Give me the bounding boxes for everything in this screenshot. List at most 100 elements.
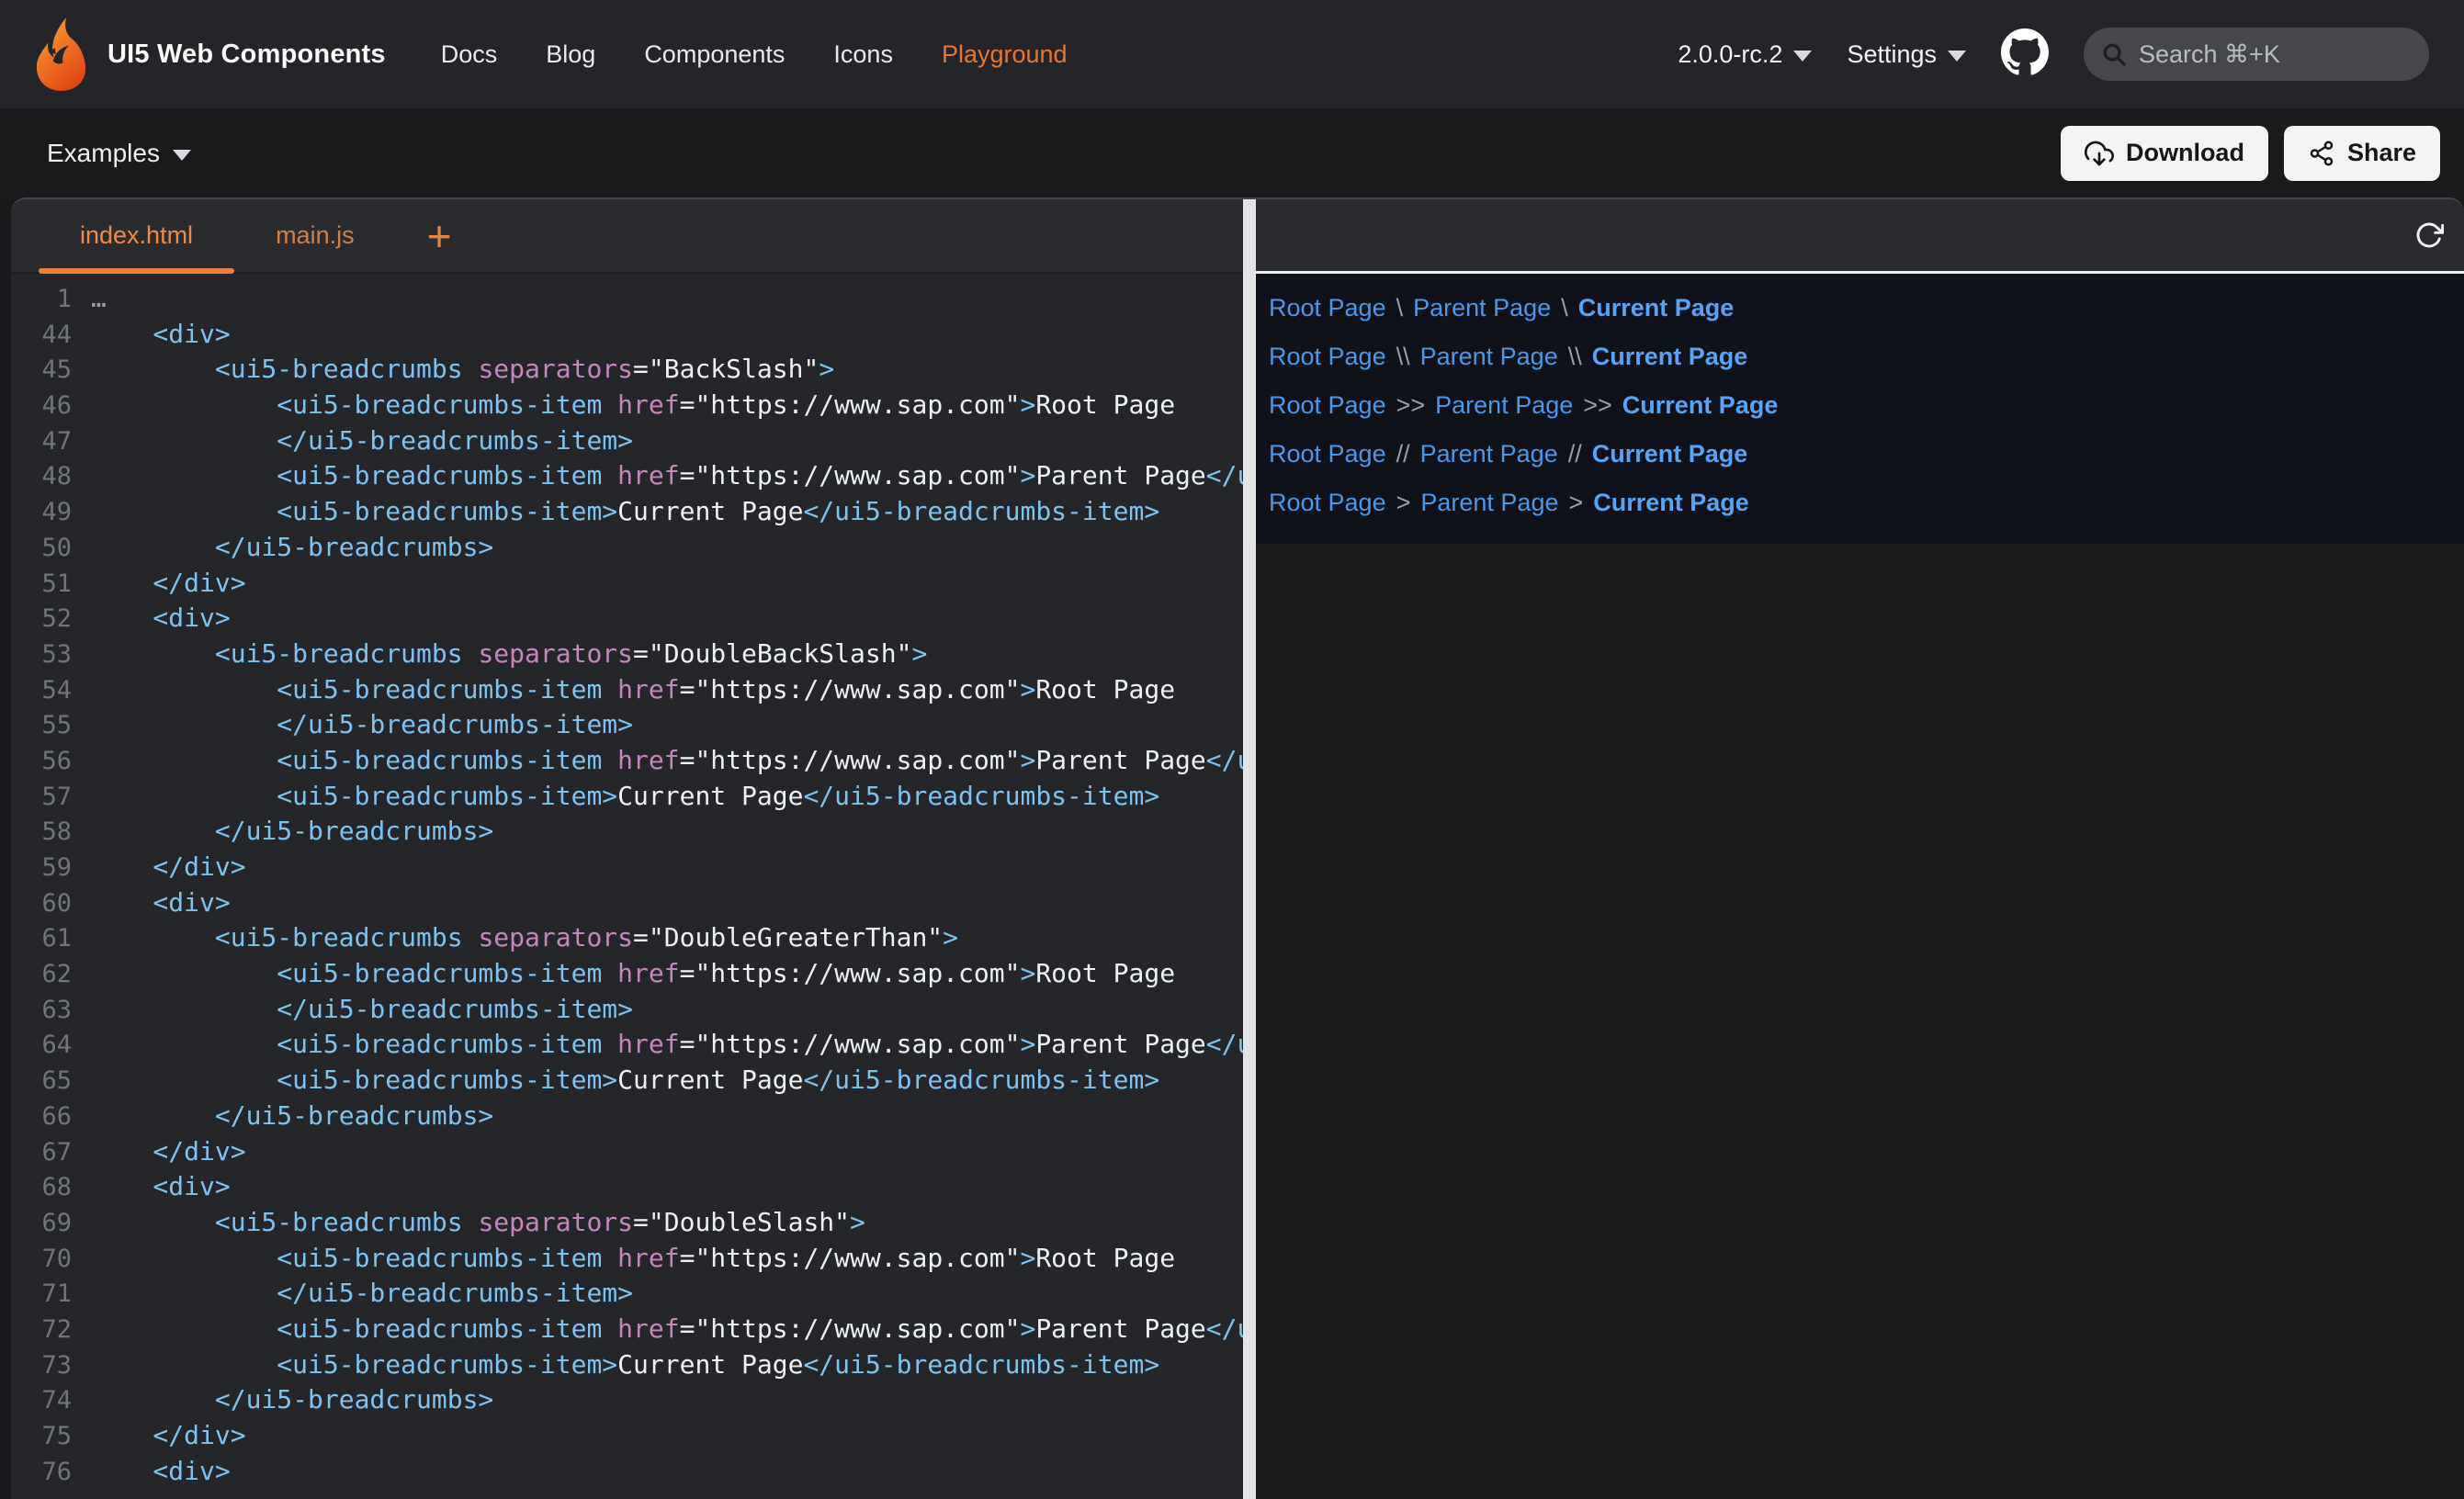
code-line: 48 <ui5-breadcrumbs-item href="https://w… xyxy=(11,458,1243,494)
github-icon xyxy=(2001,28,2049,81)
code-line: 59 </div> xyxy=(11,850,1243,885)
refresh-button[interactable] xyxy=(2414,220,2444,250)
nav-item-blog[interactable]: Blog xyxy=(546,40,595,69)
breadcrumb-current: Current Page xyxy=(1622,391,1779,420)
line-number: 45 xyxy=(11,353,72,388)
preview-panel: Root Page\Parent Page\Current PageRoot P… xyxy=(1256,199,2464,1499)
breadcrumb-row: Root Page\\Parent Page\\Current Page xyxy=(1269,343,2464,371)
breadcrumb-separator: \\ xyxy=(1396,343,1410,371)
code-line: 62 <ui5-breadcrumbs-item href="https://w… xyxy=(11,956,1243,992)
code-line: 49 <ui5-breadcrumbs-item>Current Page</u… xyxy=(11,494,1243,530)
line-content: </ui5-breadcrumbs> xyxy=(91,1100,493,1131)
line-content: </ui5-breadcrumbs-item> xyxy=(91,1278,633,1308)
line-content: <ui5-breadcrumbs-item href="https://www.… xyxy=(91,460,1243,490)
code-line: 45 <ui5-breadcrumbs separators="BackSlas… xyxy=(11,352,1243,388)
breadcrumb-link[interactable]: Root Page xyxy=(1269,294,1386,322)
share-label: Share xyxy=(2347,139,2416,167)
line-number: 49 xyxy=(11,495,72,530)
chevron-down-icon xyxy=(173,150,191,161)
splitter-handle[interactable] xyxy=(1243,199,1256,1499)
breadcrumb-link[interactable]: Parent Page xyxy=(1435,391,1573,420)
breadcrumb-link[interactable]: Root Page xyxy=(1269,391,1386,420)
line-content: </ui5-breadcrumbs-item> xyxy=(91,994,633,1024)
line-number: 61 xyxy=(11,921,72,956)
breadcrumb-link[interactable]: Root Page xyxy=(1269,343,1386,371)
line-number: 65 xyxy=(11,1064,72,1099)
code-line: 46 <ui5-breadcrumbs-item href="https://w… xyxy=(11,388,1243,423)
line-number: 72 xyxy=(11,1313,72,1347)
breadcrumb-link[interactable]: Root Page xyxy=(1269,489,1386,517)
download-cloud-icon xyxy=(2085,139,2114,168)
breadcrumb-separator: // xyxy=(1396,440,1410,468)
line-content: <div> xyxy=(91,603,231,633)
breadcrumb-separator: // xyxy=(1568,440,1582,468)
line-content: </ui5-breadcrumbs-item> xyxy=(91,425,633,456)
preview-content: Root Page\Parent Page\Current PageRoot P… xyxy=(1256,274,2464,544)
playground-workspace: index.htmlmain.js + 1…44 <div>45 <ui5-br… xyxy=(11,197,2464,1499)
code-line: 57 <ui5-breadcrumbs-item>Current Page</u… xyxy=(11,779,1243,815)
github-link[interactable] xyxy=(2001,28,2049,81)
breadcrumb-separator: > xyxy=(1568,489,1583,517)
search-box[interactable] xyxy=(2084,28,2429,81)
line-content: </ui5-breadcrumbs> xyxy=(91,532,493,562)
line-number: 76 xyxy=(11,1455,72,1490)
brand-link[interactable]: UI5 Web Components xyxy=(35,16,386,93)
line-number: 74 xyxy=(11,1383,72,1418)
line-content: </ui5-breadcrumbs-item> xyxy=(91,709,633,739)
code-line: 75 </div> xyxy=(11,1418,1243,1454)
settings-dropdown[interactable]: Settings xyxy=(1847,40,1966,69)
line-content: <ui5-breadcrumbs separators="DoubleGreat… xyxy=(91,922,958,952)
line-content: <ui5-breadcrumbs separators="BackSlash"> xyxy=(91,354,834,384)
nav-item-playground[interactable]: Playground xyxy=(942,40,1068,69)
code-line: 71 </ui5-breadcrumbs-item> xyxy=(11,1276,1243,1312)
line-content: </div> xyxy=(91,1420,246,1450)
nav-item-components[interactable]: Components xyxy=(644,40,785,69)
line-number: 51 xyxy=(11,567,72,602)
breadcrumb-row: Root Page\Parent Page\Current Page xyxy=(1269,294,2464,322)
ui5-phoenix-logo-icon xyxy=(35,16,87,93)
line-number: 53 xyxy=(11,637,72,672)
line-content: <ui5-breadcrumbs-item href="https://www.… xyxy=(91,389,1175,420)
line-number: 62 xyxy=(11,957,72,992)
line-content: <ui5-breadcrumbs-item href="https://www.… xyxy=(91,1243,1175,1273)
code-area[interactable]: 1…44 <div>45 <ui5-breadcrumbs separators… xyxy=(11,274,1243,1499)
editor-tab-main.js[interactable]: main.js xyxy=(234,199,396,272)
line-content: <div> xyxy=(91,1171,231,1201)
breadcrumb-separator: >> xyxy=(1583,391,1612,420)
line-content: <ui5-breadcrumbs-item>Current Page</ui5-… xyxy=(91,496,1159,526)
search-input[interactable] xyxy=(2139,40,2464,69)
breadcrumb-row: Root Page>>Parent Page>>Current Page xyxy=(1269,391,2464,420)
code-line: 50 </ui5-breadcrumbs> xyxy=(11,530,1243,566)
line-content: <div> xyxy=(91,887,231,918)
version-dropdown[interactable]: 2.0.0-rc.2 xyxy=(1678,40,1812,69)
line-number: 48 xyxy=(11,459,72,494)
examples-toolbar: Examples Download Share xyxy=(0,108,2464,197)
nav-item-icons[interactable]: Icons xyxy=(833,40,893,69)
add-tab-button[interactable]: + xyxy=(420,199,459,272)
download-button[interactable]: Download xyxy=(2061,126,2268,181)
breadcrumb-current: Current Page xyxy=(1593,489,1749,517)
line-number: 1 xyxy=(11,282,72,317)
code-line: 51 </div> xyxy=(11,566,1243,602)
code-line: 47 </ui5-breadcrumbs-item> xyxy=(11,423,1243,459)
breadcrumb-link[interactable]: Root Page xyxy=(1269,440,1386,468)
examples-dropdown[interactable]: Examples xyxy=(47,139,191,168)
breadcrumb-link[interactable]: Parent Page xyxy=(1413,294,1551,322)
breadcrumb-link[interactable]: Parent Page xyxy=(1420,489,1558,517)
share-button[interactable]: Share xyxy=(2284,126,2440,181)
code-line: 73 <ui5-breadcrumbs-item>Current Page</u… xyxy=(11,1347,1243,1383)
code-line: 52 <div> xyxy=(11,601,1243,637)
line-number: 70 xyxy=(11,1242,72,1277)
breadcrumb-link[interactable]: Parent Page xyxy=(1420,343,1558,371)
editor-tab-index.html[interactable]: index.html xyxy=(39,199,234,272)
breadcrumb-link[interactable]: Parent Page xyxy=(1420,440,1558,468)
share-icon xyxy=(2308,140,2335,167)
line-number: 63 xyxy=(11,993,72,1028)
code-lines: 1…44 <div>45 <ui5-breadcrumbs separators… xyxy=(11,281,1243,1489)
line-content: <ui5-breadcrumbs separators="DoubleBackS… xyxy=(91,638,927,669)
code-line: 53 <ui5-breadcrumbs separators="DoubleBa… xyxy=(11,637,1243,672)
settings-label: Settings xyxy=(1847,40,1937,69)
code-line: 58 </ui5-breadcrumbs> xyxy=(11,814,1243,850)
line-content: <ui5-breadcrumbs-item>Current Page</ui5-… xyxy=(91,781,1159,811)
nav-item-docs[interactable]: Docs xyxy=(441,40,498,69)
